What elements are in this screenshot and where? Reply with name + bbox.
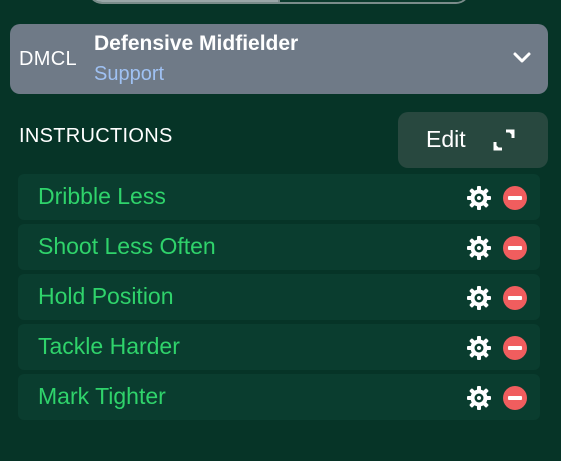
edit-button-label: Edit (426, 126, 466, 152)
instruction-row-dribble-less[interactable]: Dribble Less (18, 174, 540, 220)
instruction-row-hold-position[interactable]: Hold Position (18, 274, 540, 320)
expand-icon (493, 129, 515, 151)
instructions-screen: DMCL Defensive Midfielder Support INSTRU… (0, 0, 561, 461)
remove-circle-icon[interactable] (503, 336, 527, 360)
role-code: DMCL (19, 48, 77, 70)
gear-icon[interactable] (466, 285, 492, 311)
chevron-down-icon[interactable] (512, 50, 532, 66)
gear-icon[interactable] (466, 235, 492, 261)
instruction-label: Hold Position (38, 283, 174, 309)
instruction-label: Shoot Less Often (38, 233, 216, 259)
instructions-heading: INSTRUCTIONS (19, 125, 173, 147)
role-duty: Support (94, 63, 165, 85)
top-segmented-control (88, 0, 470, 4)
instruction-row-mark-tighter[interactable]: Mark Tighter (18, 374, 540, 420)
role-selector[interactable]: DMCL Defensive Midfielder Support (10, 24, 548, 94)
instruction-label: Tackle Harder (38, 333, 180, 359)
gear-icon[interactable] (466, 385, 492, 411)
edit-button[interactable]: Edit (398, 112, 548, 168)
instruction-label: Mark Tighter (38, 383, 166, 409)
remove-circle-icon[interactable] (503, 286, 527, 310)
role-name: Defensive Midfielder (94, 32, 299, 55)
gear-icon[interactable] (466, 185, 492, 211)
remove-circle-icon[interactable] (503, 236, 527, 260)
segment-inactive[interactable] (278, 0, 468, 2)
instruction-list: Dribble Less Shoot Less Often Hold Posit… (18, 174, 540, 424)
instruction-row-shoot-less-often[interactable]: Shoot Less Often (18, 224, 540, 270)
instruction-row-tackle-harder[interactable]: Tackle Harder (18, 324, 540, 370)
segment-active[interactable] (90, 0, 278, 2)
remove-circle-icon[interactable] (503, 186, 527, 210)
gear-icon[interactable] (466, 335, 492, 361)
remove-circle-icon[interactable] (503, 386, 527, 410)
instruction-label: Dribble Less (38, 183, 166, 209)
